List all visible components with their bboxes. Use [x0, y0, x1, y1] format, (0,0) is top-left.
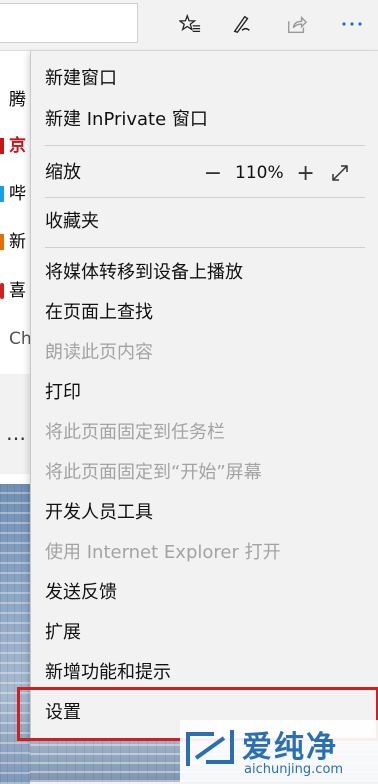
fullscreen-icon[interactable] — [328, 161, 352, 185]
settings-and-more-menu: 新建窗口 新建 InPrivate 窗口 缩放 − 110% + 收藏夹 将媒体… — [17, 51, 378, 741]
page-link[interactable]: Ch — [0, 326, 32, 352]
menu-item-whats-new[interactable]: 新增功能和提示 — [45, 661, 171, 685]
menu-item-pin-to-start: 将此页面固定到“开始”屏幕 — [45, 462, 262, 483]
page-link[interactable]: 喜 — [0, 278, 30, 304]
page-link[interactable]: 京 — [0, 133, 30, 159]
zoom-label: 缩放 — [45, 162, 81, 183]
menu-separator — [45, 247, 365, 248]
menu-item-cast-media[interactable]: 将媒体转移到设备上播放 — [45, 261, 243, 285]
page-content-behind: 腾 京 哔 新 喜 Ch … — [0, 51, 32, 784]
page-link[interactable]: 腾 — [0, 87, 30, 113]
pen-notes-icon[interactable] — [228, 10, 256, 38]
menu-item-developer-tools[interactable]: 开发人员工具 — [45, 501, 153, 525]
browser-toolbar — [0, 0, 378, 51]
zoom-in-button[interactable]: + — [294, 161, 318, 186]
site-favicon — [0, 186, 4, 202]
menu-separator — [45, 145, 365, 146]
address-bar[interactable] — [0, 3, 138, 43]
more-dots[interactable]: … — [6, 421, 27, 445]
menu-separator — [45, 197, 365, 198]
menu-item-extensions[interactable]: 扩展 — [45, 621, 81, 645]
more-ellipsis-icon[interactable] — [338, 10, 366, 38]
site-favicon — [0, 138, 4, 154]
menu-item-favorites[interactable]: 收藏夹 — [45, 210, 99, 234]
page-link[interactable]: 新 — [0, 229, 30, 255]
menu-item-pin-to-taskbar: 将此页面固定到任务栏 — [45, 422, 225, 443]
watermark: 爱纯净 aichunjing.com — [180, 720, 378, 782]
menu-item-new-inprivate-window[interactable]: 新建 InPrivate 窗口 — [45, 108, 208, 132]
share-icon[interactable] — [283, 10, 311, 38]
site-favicon — [0, 92, 4, 108]
watermark-name: 爱纯净 — [242, 730, 338, 765]
site-favicon — [0, 331, 4, 347]
menu-item-read-aloud: 朗读此页内容 — [45, 342, 153, 363]
zoom-out-button[interactable]: − — [201, 161, 225, 186]
watermark-url: aichunjing.com — [244, 762, 344, 777]
menu-item-find-on-page[interactable]: 在页面上查找 — [45, 301, 153, 325]
watermark-logo-icon — [186, 730, 234, 766]
menu-item-print[interactable]: 打印 — [45, 381, 81, 405]
page-link[interactable]: 哔 — [0, 181, 30, 207]
site-favicon — [0, 283, 4, 299]
menu-item-send-feedback[interactable]: 发送反馈 — [45, 581, 117, 605]
menu-item-new-window[interactable]: 新建窗口 — [45, 67, 117, 91]
zoom-level: 110% — [235, 163, 284, 183]
zoom-control: − 110% + — [201, 161, 352, 186]
site-favicon — [0, 234, 4, 250]
menu-item-open-with-ie: 使用 Internet Explorer 打开 — [45, 542, 281, 563]
favorites-star-icon[interactable] — [176, 10, 204, 38]
